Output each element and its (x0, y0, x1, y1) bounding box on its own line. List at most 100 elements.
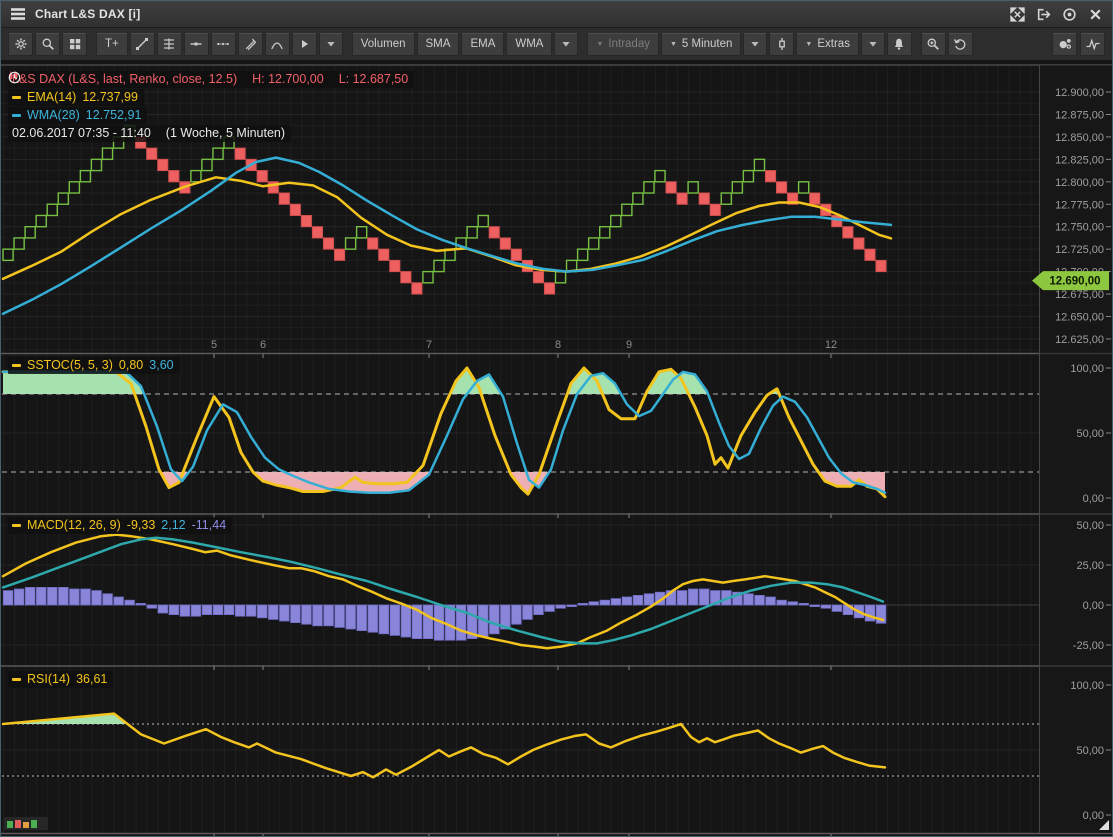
mini-chart-icon[interactable] (4, 817, 48, 830)
wma-button[interactable]: WMA (506, 33, 552, 56)
chart-canvas[interactable]: 567891212.900,0012.875,0012.850,0012.825… (1, 61, 1113, 837)
macd-histogram-bar (335, 605, 345, 627)
toolbar-group: T+ (96, 33, 343, 56)
macd-histogram-bar (191, 605, 201, 616)
volumen-button[interactable]: Volumen (352, 33, 415, 56)
popout-button[interactable] (1036, 7, 1051, 22)
zoom-in-icon (926, 37, 940, 51)
trendline-tool-button[interactable] (130, 33, 155, 56)
macd-histogram-bar (523, 605, 533, 619)
layout-button[interactable] (62, 33, 87, 56)
y-axis-label: 12.725,00 (1055, 244, 1104, 256)
ema-button[interactable]: EMA (461, 33, 504, 56)
renko-brick-down (865, 249, 875, 260)
macd-histogram-bar (744, 594, 754, 605)
interval-select[interactable]: ▼5 Minuten (661, 33, 741, 56)
toolbar-group: ▼Intraday▼5 Minuten ▼Extras (587, 33, 911, 56)
sstoc-panel-legend: SSTOC(5, 5, 3) 0,80 3,60 (8, 357, 180, 374)
search-button[interactable] (35, 33, 60, 56)
price-series-legend[interactable]: L&S DAX (L&S, last, Renko, close, 12.5) … (8, 71, 414, 88)
dashed-line-tool-button[interactable] (211, 33, 236, 56)
macd-histogram-bar (545, 605, 555, 611)
y-axis-label: 12.650,00 (1055, 312, 1104, 324)
macd-histogram-bar (246, 605, 256, 616)
macd-histogram-bar (766, 597, 776, 605)
arc-tool-button[interactable] (265, 33, 290, 56)
extras-more-dropdown[interactable] (861, 33, 885, 56)
rsi-panel-legend: RSI(14) 36,61 (8, 671, 113, 688)
macd-histogram-bar (92, 591, 102, 605)
chart-style-button[interactable] (1080, 33, 1105, 56)
macd-histogram-bar (48, 587, 58, 605)
macd-histogram-bar (810, 605, 820, 607)
resize-grip[interactable] (1099, 820, 1109, 830)
sma-button[interactable]: SMA (417, 33, 460, 56)
renko-brick-down (412, 283, 422, 294)
candlestick-icon (775, 37, 789, 51)
macd-value: -9,33 (127, 518, 156, 532)
view-mode-button[interactable] (1052, 33, 1077, 56)
close-button[interactable] (1088, 7, 1103, 22)
mini-bar (31, 820, 37, 828)
wma-value: 12.752,91 (86, 108, 142, 122)
alerts-button[interactable] (887, 33, 912, 56)
macd-histogram-bar (158, 605, 168, 613)
sstoc-d-value: 3,60 (149, 358, 173, 372)
renko-brick-down (533, 272, 543, 283)
dashed-line-icon (216, 37, 230, 51)
macd-histogram-bar (644, 594, 654, 605)
macd-legend[interactable]: MACD(12, 26, 9) -9,33 2,12 -11,44 (8, 517, 232, 534)
maximize-button[interactable] (1010, 7, 1025, 22)
period-text: (1 Woche, 5 Minuten) (166, 126, 285, 140)
macd-histogram-bar (788, 602, 798, 605)
renko-brick-down (666, 182, 676, 193)
draw-tool-button[interactable] (238, 33, 263, 56)
caret-down-icon: ▼ (805, 41, 812, 48)
settings-button[interactable] (8, 33, 33, 56)
hamburger-menu-icon[interactable] (10, 7, 26, 21)
intraday-select[interactable]: ▼Intraday (587, 33, 659, 56)
renko-brick-down (677, 193, 687, 204)
macd-swatch-icon (12, 524, 21, 527)
interval-more-dropdown[interactable] (743, 33, 767, 56)
macd-histogram-bar (423, 605, 433, 639)
macd-histogram-bar (59, 587, 69, 605)
chart-type-button[interactable] (769, 33, 794, 56)
y-axis-label: 100,00 (1070, 680, 1104, 692)
ema-button-label: EMA (470, 38, 495, 50)
clock-icon (8, 71, 21, 84)
macd-histogram-bar (125, 600, 135, 605)
wma-legend[interactable]: WMA(28) 12.752,91 (8, 107, 147, 124)
ema-legend[interactable]: EMA(14) 12.737,99 (8, 89, 144, 106)
toolbar-group: VolumenSMA EMA WMA (352, 33, 579, 56)
sstoc-legend[interactable]: SSTOC(5, 5, 3) 0,80 3,60 (8, 357, 180, 374)
x-axis-label: 6 (260, 339, 266, 351)
rsi-legend[interactable]: RSI(14) 36,61 (8, 671, 113, 688)
fibonacci-tool-button[interactable] (157, 33, 182, 56)
text-tool-button[interactable]: T+ (96, 33, 128, 56)
macd-histogram-bar (346, 605, 356, 629)
cursor-tool-button[interactable] (292, 33, 317, 56)
renko-brick-down (710, 204, 720, 215)
macd-histogram-bar (390, 605, 400, 635)
extras-select[interactable]: ▼Extras (796, 33, 859, 56)
renko-brick-down (500, 238, 510, 249)
undo-button[interactable] (948, 33, 973, 56)
renko-brick-down (368, 238, 378, 249)
tools-more-dropdown[interactable] (319, 33, 343, 56)
macd-histogram-bar (777, 600, 787, 605)
zoom-button[interactable] (921, 33, 946, 56)
last-price-value: 12.690,00 (1049, 276, 1100, 288)
caret-down-icon (559, 37, 573, 51)
renko-brick-down (544, 283, 554, 294)
y-axis-label: 12.800,00 (1055, 177, 1104, 189)
macd-histogram-bar (633, 595, 643, 605)
renko-brick-down (257, 171, 267, 182)
indicators-more-dropdown[interactable] (554, 33, 578, 56)
renko-brick-down (699, 193, 709, 204)
record-button[interactable] (1062, 7, 1077, 22)
wma-button-label: WMA (515, 38, 543, 50)
horizontal-line-tool-button[interactable] (184, 33, 209, 56)
macd-label: MACD(12, 26, 9) (27, 518, 121, 532)
ema-swatch-icon (12, 96, 21, 99)
